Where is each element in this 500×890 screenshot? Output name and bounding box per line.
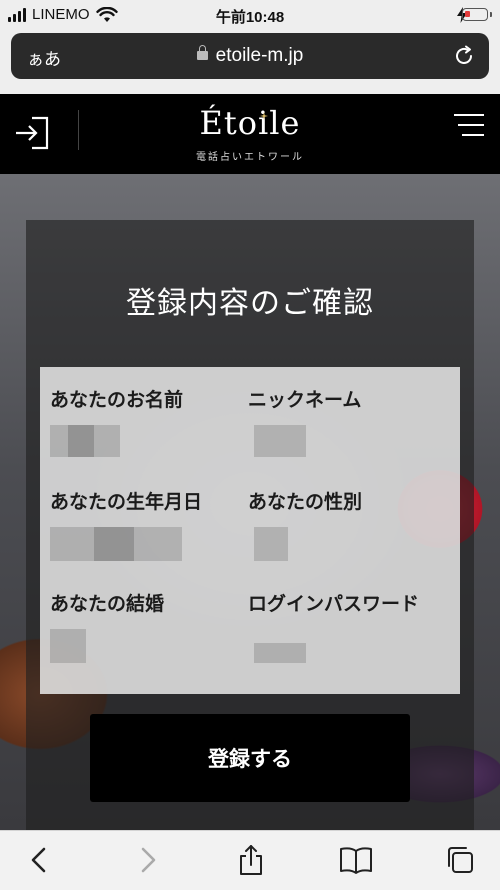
clock: 午前10:48: [215, 9, 285, 26]
field-label-nickname: ニックネーム: [248, 389, 362, 411]
menu-icon[interactable]: [454, 114, 484, 138]
field-value-password: [254, 643, 306, 663]
field-label-birthdate: あなたの生年月日: [50, 491, 203, 513]
share-icon[interactable]: [236, 845, 266, 875]
register-button[interactable]: 登録する: [90, 714, 410, 802]
forward-icon[interactable]: [132, 845, 162, 875]
site-header: Étoile 電話占いエトワール: [0, 94, 500, 174]
confirmation-card: あなたのお名前 ニックネーム あなたの生年月日 あなたの性別 あなたの結婚 ログ…: [40, 367, 460, 694]
field-value-name: [50, 425, 120, 457]
address-bar[interactable]: ぁあ etoile-m.jp: [11, 33, 489, 79]
browser-toolbar: [0, 830, 500, 890]
field-value-birthdate: [50, 527, 182, 561]
field-label-gender: あなたの性別: [248, 491, 363, 513]
site-tagline: 電話占いエトワール: [196, 152, 304, 163]
battery-icon: [462, 8, 492, 21]
browser-chrome: ぁあ etoile-m.jp: [0, 30, 500, 94]
lock-icon: [196, 45, 208, 60]
status-bar: LINEMO 午前10:48: [0, 0, 500, 30]
field-label-name: あなたのお名前: [50, 389, 184, 411]
tabs-icon[interactable]: [445, 845, 475, 875]
page-title: 登録内容のご確認: [126, 286, 374, 321]
field-label-password: ログインパスワード: [248, 593, 420, 615]
field-value-gender: [254, 527, 288, 561]
field-value-nickname: [254, 425, 306, 457]
bookmarks-icon[interactable]: [339, 845, 373, 875]
field-value-marriage: [50, 629, 86, 663]
url-display[interactable]: etoile-m.jp: [11, 45, 489, 67]
back-icon[interactable]: [25, 845, 55, 875]
domain-text: etoile-m.jp: [215, 45, 304, 66]
site-logo[interactable]: Étoile: [0, 104, 500, 142]
reload-icon[interactable]: [453, 45, 475, 67]
field-label-marriage: あなたの結婚: [50, 593, 165, 615]
sparkle-icon: [260, 112, 268, 120]
